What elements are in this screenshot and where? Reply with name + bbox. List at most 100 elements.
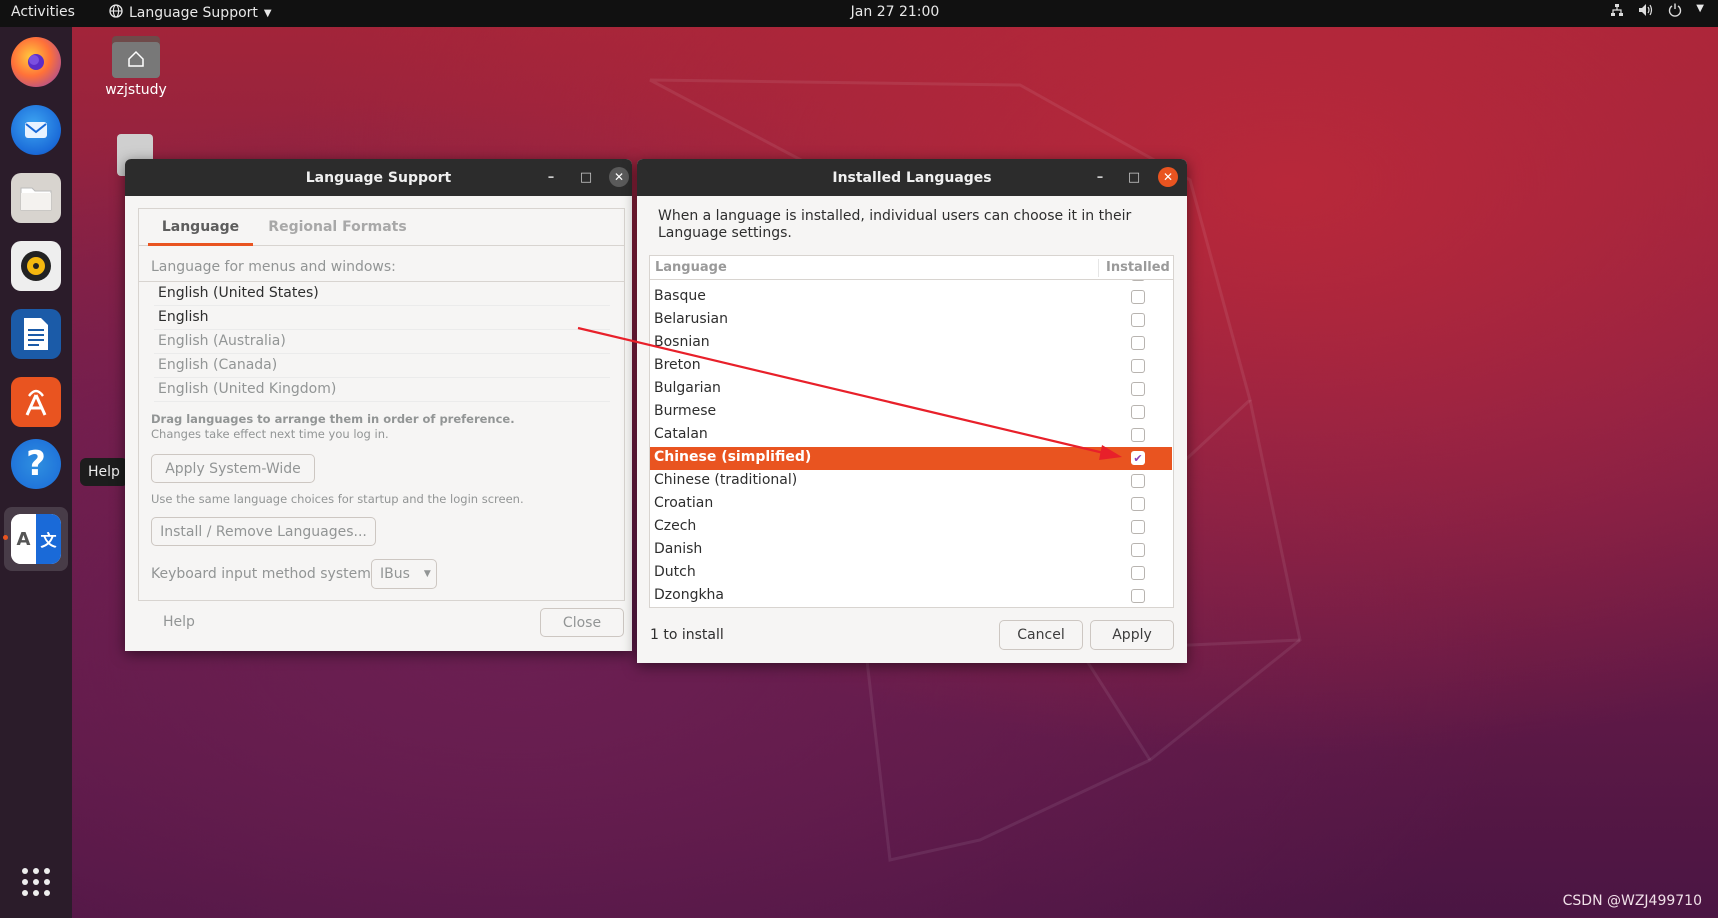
table-row[interactable]: Chinese (simplified) ✔	[650, 447, 1172, 470]
apply-button[interactable]: Apply	[1090, 620, 1174, 650]
maximize-button[interactable]: □	[1124, 168, 1144, 188]
installed-checkbox[interactable]	[1131, 290, 1145, 304]
installed-checkbox[interactable]	[1131, 405, 1145, 419]
minimize-button[interactable]: –	[1090, 168, 1110, 188]
language-name: Czech	[654, 518, 697, 534]
window-title: Installed Languages	[832, 169, 992, 186]
language-name: Danish	[654, 541, 703, 557]
help-button[interactable]: Help	[163, 614, 195, 630]
language-name: Breton	[654, 357, 701, 373]
running-indicator	[3, 535, 8, 540]
list-item[interactable]: English (Canada)	[154, 354, 610, 378]
list-item[interactable]: English (Australia)	[154, 330, 610, 354]
table-row[interactable]: Bosnian	[650, 332, 1172, 355]
ubuntu-software-icon[interactable]	[11, 377, 61, 427]
maximize-button[interactable]: □	[576, 168, 596, 188]
table-row[interactable]: Catalan	[650, 424, 1172, 447]
tab-regional-formats[interactable]: Regional Formats	[265, 209, 410, 246]
table-row[interactable]: Czech	[650, 516, 1172, 539]
column-installed[interactable]: Installed	[1106, 260, 1170, 275]
table-row[interactable]: Danish	[650, 539, 1172, 562]
table-row[interactable]: Basque	[650, 286, 1172, 309]
dock: ? A 文	[0, 27, 72, 918]
language-support-icon[interactable]: A 文	[11, 514, 61, 564]
list-item[interactable]: English (United States)	[154, 282, 610, 306]
home-folder-icon	[112, 36, 160, 78]
list-item[interactable]: English	[154, 306, 610, 330]
apply-system-wide-button[interactable]: Apply System-Wide	[151, 454, 315, 483]
installed-checkbox[interactable]	[1131, 382, 1145, 396]
table-row[interactable]: Bulgarian	[650, 378, 1172, 401]
list-item[interactable]: English (United Kingdom)	[154, 378, 610, 402]
installed-checkbox[interactable]	[1131, 336, 1145, 350]
install-status: 1 to install	[650, 627, 724, 643]
language-rows: BanglaBasqueBelarusianBosnianBretonBulga…	[650, 256, 1173, 607]
show-applications-icon[interactable]	[11, 857, 61, 907]
language-support-titlebar[interactable]: Language Support – □ ✕	[125, 159, 632, 196]
install-remove-languages-button[interactable]: Install / Remove Languages...	[151, 517, 376, 546]
table-header: Language Installed	[650, 256, 1173, 280]
language-support-window: Language Support – □ ✕ Language Regional…	[125, 159, 632, 651]
system-hint: Use the same language choices for startu…	[151, 492, 524, 506]
language-name: Burmese	[654, 403, 717, 419]
table-row[interactable]: Belarusian	[650, 309, 1172, 332]
language-name: Dzongkha	[654, 587, 725, 603]
languages-table: Language Installed BanglaBasqueBelarusia…	[649, 255, 1174, 608]
language-name: Chinese (traditional)	[654, 472, 798, 488]
installed-checkbox[interactable]	[1131, 520, 1145, 534]
language-name: Croatian	[654, 495, 714, 511]
installed-languages-window: Installed Languages – □ ✕ When a languag…	[637, 159, 1187, 663]
table-row[interactable]: Breton	[650, 355, 1172, 378]
chevron-down-icon: ▼	[423, 569, 431, 579]
close-window-button[interactable]: ✕	[609, 167, 629, 187]
installed-checkbox[interactable]	[1131, 313, 1145, 327]
table-row[interactable]: Dzongkha	[650, 585, 1172, 607]
drag-hint-bold: Drag languages to arrange them in order …	[151, 412, 515, 426]
installed-checkbox[interactable]: ✔	[1131, 451, 1145, 465]
language-name: Catalan	[654, 426, 708, 442]
help-icon[interactable]: ?	[11, 439, 61, 489]
tab-language[interactable]: Language	[148, 209, 253, 246]
installed-checkbox[interactable]	[1131, 589, 1145, 603]
language-name: Chinese (simplified)	[654, 449, 812, 465]
cancel-button[interactable]: Cancel	[999, 620, 1083, 650]
section-label: Language for menus and windows:	[151, 259, 396, 275]
desktop-home-folder[interactable]: wzjstudy	[100, 36, 172, 98]
language-name: Belarusian	[654, 311, 728, 327]
language-name: Bulgarian	[654, 380, 721, 396]
installed-checkbox[interactable]	[1131, 359, 1145, 373]
language-list[interactable]: English (United States) English English …	[139, 281, 624, 402]
table-row[interactable]: Dutch	[650, 562, 1172, 585]
watermark: CSDN @WZJ499710	[1562, 893, 1702, 909]
language-name: Bosnian	[654, 334, 710, 350]
installed-checkbox[interactable]	[1131, 497, 1145, 511]
installed-languages-titlebar[interactable]: Installed Languages – □ ✕	[637, 159, 1187, 196]
files-icon[interactable]	[11, 173, 61, 223]
language-name: Dutch	[654, 564, 696, 580]
installed-checkbox[interactable]	[1131, 566, 1145, 580]
keyboard-label: Keyboard input method system:	[151, 566, 376, 582]
description: When a language is installed, individual…	[658, 208, 1132, 241]
thunderbird-icon[interactable]	[11, 105, 61, 155]
column-divider	[1098, 259, 1099, 277]
table-row[interactable]: Croatian	[650, 493, 1172, 516]
minimize-button[interactable]: –	[541, 168, 561, 188]
column-language[interactable]: Language	[655, 260, 727, 275]
table-row[interactable]: Chinese (traditional)	[650, 470, 1172, 493]
libreoffice-writer-icon[interactable]	[11, 309, 61, 359]
installed-checkbox[interactable]	[1131, 428, 1145, 442]
table-row[interactable]: Burmese	[650, 401, 1172, 424]
close-window-button[interactable]: ✕	[1158, 167, 1178, 187]
rhythmbox-icon[interactable]	[11, 241, 61, 291]
drag-hint: Changes take effect next time you log in…	[151, 427, 389, 441]
installed-checkbox[interactable]	[1131, 474, 1145, 488]
keyboard-input-select[interactable]: IBus ▼	[371, 559, 437, 589]
desktop-home-label: wzjstudy	[105, 82, 167, 98]
installed-checkbox[interactable]	[1131, 543, 1145, 557]
keyboard-input-value: IBus	[380, 566, 410, 582]
window-title: Language Support	[305, 169, 452, 186]
close-button[interactable]: Close	[540, 608, 624, 637]
firefox-icon[interactable]	[11, 37, 61, 87]
dock-tooltip: Help	[80, 458, 128, 486]
language-name: Basque	[654, 288, 706, 304]
